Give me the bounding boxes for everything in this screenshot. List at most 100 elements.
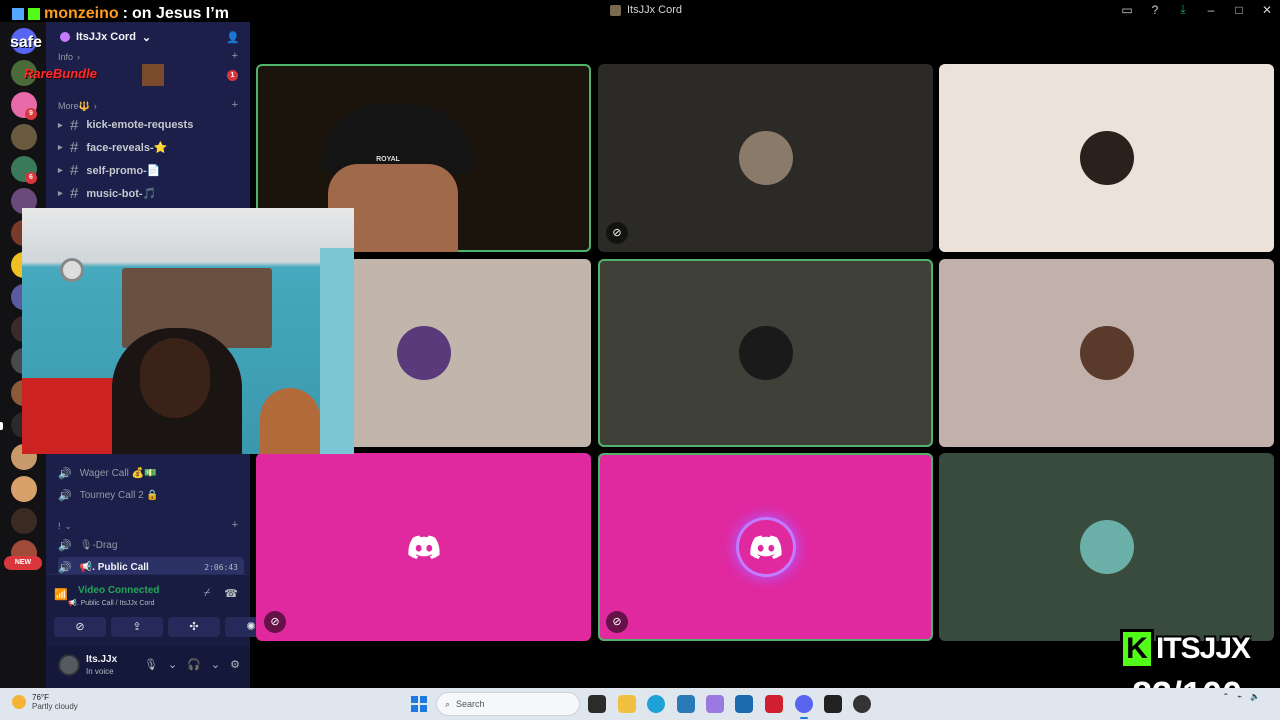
edge-icon[interactable] (647, 695, 665, 713)
window-titlebar: ItsJJx Cord ▭ ? ⤓ – □ ✕ (250, 0, 1280, 22)
voice-channel-name: 📢. Public Call (79, 561, 149, 573)
discord-taskbar-icon[interactable] (795, 695, 813, 719)
weather-temp: 76°F (32, 693, 49, 702)
category-info[interactable]: Info › + (58, 50, 238, 62)
chevron-down-icon: ⌄ (64, 521, 73, 531)
guild-header[interactable]: ItsJJx Cord ⌄ 👤 (46, 22, 250, 52)
headphones-icon[interactable]: 🎧 (187, 658, 201, 671)
speaker-icon: 🔊 (58, 561, 72, 574)
user-name[interactable]: Its.JJx (86, 654, 117, 665)
channel-item[interactable]: ▶ # kick-emote-requests (58, 115, 244, 135)
channel-name: self-promo-📄 (86, 164, 161, 177)
chevron-up-icon[interactable]: ⌃ (1223, 692, 1230, 701)
video-tile[interactable]: ⊘ (598, 64, 933, 252)
window-title-text: ItsJJx Cord (627, 4, 683, 16)
channel-item[interactable]: ▶ # self-promo-📄 (58, 160, 244, 180)
call-timer: 2:06:43 (204, 562, 238, 572)
voice-action-buttons: ⊘ ⇪ ✣ ✺ (54, 617, 277, 637)
video-tile[interactable] (939, 453, 1274, 641)
channel-name: kick-emote-requests (86, 119, 194, 131)
file-explorer-icon[interactable] (618, 695, 636, 713)
voice-channel-item[interactable]: 🔊 Wager Call 💰💵 (58, 463, 244, 483)
help-icon[interactable]: ? (1148, 3, 1162, 17)
chevron-down-icon[interactable]: ⌄ (211, 658, 220, 671)
server-icon[interactable] (11, 476, 37, 502)
channel-item[interactable]: ▶ # music-bot-🎵 (58, 183, 244, 203)
user-controls: 🎙 ⌄ 🎧 ⌄ ⚙ (144, 658, 240, 671)
app-icon[interactable] (765, 695, 783, 713)
weather-condition: Partly cloudy (32, 702, 78, 711)
gear-icon[interactable]: ⚙ (230, 658, 240, 671)
add-channel-icon[interactable]: + (232, 519, 238, 531)
video-tile[interactable] (598, 259, 933, 447)
category-bang[interactable]: ! ⌄ + (58, 519, 238, 532)
speaker-icon: 🔊 (58, 539, 72, 552)
weather-widget[interactable]: 76°F Partly cloudy (12, 693, 78, 711)
app-icon[interactable] (706, 695, 724, 713)
app-icon (610, 4, 621, 16)
voice-channel-name: 🎙-Drag (79, 539, 118, 551)
epic-games-icon[interactable] (824, 695, 842, 713)
minimize-button[interactable]: – (1204, 3, 1218, 17)
participant-avatar (1079, 520, 1134, 574)
add-member-icon[interactable]: 👤 (226, 31, 240, 44)
network-icon[interactable]: ⌁ (1237, 692, 1242, 701)
voice-channel-item[interactable]: 🔊 Tourney Call 2 🔒 (58, 485, 244, 505)
expand-arrow-icon: ▶ (58, 167, 63, 174)
server-icon[interactable] (11, 508, 37, 534)
guild-icon (60, 32, 70, 42)
channel-name: music-bot-🎵 (86, 187, 157, 200)
video-tile[interactable] (939, 64, 1274, 252)
server-icon[interactable] (11, 124, 37, 150)
obs-icon[interactable] (853, 695, 871, 713)
chevron-down-icon[interactable]: ⌄ (168, 658, 177, 671)
voice-panel-actions: ⌿ ☎ (204, 587, 238, 600)
noise-suppression-icon[interactable]: ⌿ (204, 587, 211, 600)
hash-icon: # (70, 138, 79, 156)
microphone-icon[interactable]: 🎙 (144, 658, 158, 671)
category-more[interactable]: More🔱 › + (58, 99, 238, 112)
voice-channel-name: Wager Call 💰💵 (79, 467, 157, 479)
mic-muted-icon: ⊘ (606, 611, 628, 633)
user-status: In voice (86, 667, 114, 676)
selected-server-pill (0, 422, 3, 430)
maximize-button[interactable]: □ (1232, 3, 1246, 17)
download-icon[interactable]: ⤓ (1176, 2, 1190, 17)
streamer-brand-logo: K ITSJJX (1120, 628, 1278, 670)
avatar[interactable] (58, 654, 80, 676)
add-channel-icon[interactable]: + (232, 50, 238, 62)
expand-arrow-icon: ▶ (58, 122, 63, 129)
task-view-icon[interactable] (588, 695, 606, 713)
camera-off-button[interactable]: ⊘ (54, 617, 106, 637)
window-title: ItsJJx Cord (610, 4, 682, 16)
voice-connected-subtitle[interactable]: 📢. Public Call / ItsJJx Cord (68, 599, 155, 607)
volume-icon[interactable]: 🔈 (1250, 692, 1260, 701)
discord-logo-icon (396, 520, 451, 574)
voice-channel-item[interactable]: 🔊 🎙-Drag (58, 535, 244, 555)
video-tile[interactable]: ⊘ (598, 453, 933, 641)
voice-connected-title[interactable]: Video Connected (78, 585, 160, 596)
participant-avatar (396, 326, 451, 380)
video-tile[interactable] (939, 259, 1274, 447)
hash-icon: # (70, 184, 79, 202)
category-label: ! (58, 521, 61, 531)
participant-avatar (738, 131, 793, 185)
voice-channel-name: Tourney Call 2 🔒 (79, 489, 159, 501)
screen-share-button[interactable]: ⇪ (111, 617, 163, 637)
chevron-right-icon: › (77, 52, 81, 62)
webcam-door (320, 248, 354, 454)
start-button[interactable] (411, 696, 427, 712)
disconnect-icon[interactable]: ☎ (224, 587, 238, 600)
chat-continuation: safe (10, 34, 43, 51)
video-tile[interactable]: ⊘ (256, 453, 591, 641)
system-tray: ⌃ ⌁ 🔈 (1223, 692, 1261, 701)
channel-item[interactable]: ▶ # face-reveals-⭐ (58, 137, 244, 157)
add-channel-icon[interactable]: + (232, 99, 238, 111)
inbox-icon[interactable]: ▭ (1120, 3, 1134, 17)
taskbar-search[interactable]: ⌕ Search (436, 692, 580, 716)
close-button[interactable]: ✕ (1260, 3, 1274, 17)
store-icon[interactable] (735, 695, 753, 713)
participant-avatar (1079, 326, 1134, 380)
activities-button[interactable]: ✣ (168, 617, 220, 637)
app-icon[interactable] (677, 695, 695, 713)
